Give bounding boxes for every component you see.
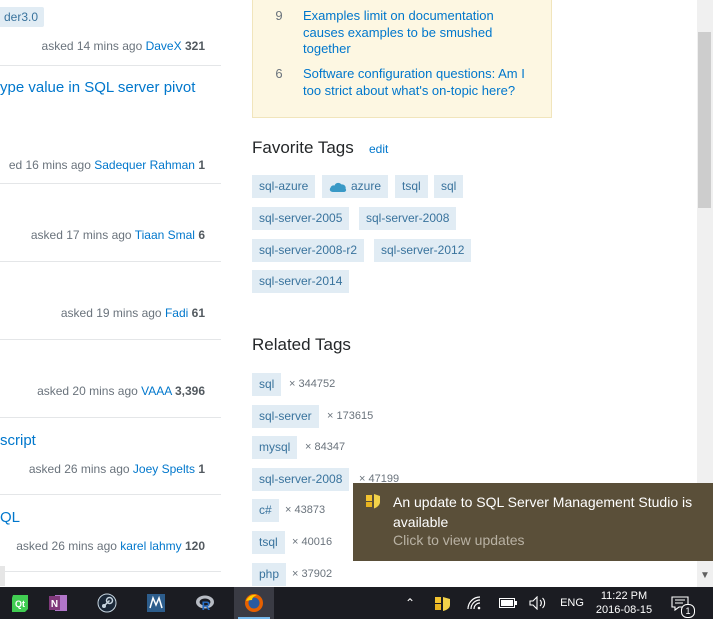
tag-count: × 43873 [285, 504, 326, 516]
user-reputation: 120 [184, 539, 205, 553]
taskbar-app-steam[interactable] [87, 587, 127, 619]
featured-meta-box: 9 Examples limit on documentation causes… [252, 0, 552, 118]
clock[interactable]: 11:22 PM 2016-08-15 [590, 589, 658, 617]
windows-taskbar: Qt N R ⌃ ENG 11:22 PM 2016-08-15 1 [0, 587, 713, 619]
user-link[interactable]: Sadequer Rahman [94, 158, 195, 172]
taskbar-app-r[interactable]: R [185, 587, 225, 619]
user-link[interactable]: Tiaan Smal [135, 228, 195, 242]
horizontal-scroll-nub[interactable] [0, 566, 5, 586]
firefox-icon [245, 594, 263, 612]
tag-sql-server-2008[interactable]: sql-server-2008 [359, 207, 457, 230]
taskbar-app-qt[interactable]: Qt [0, 587, 40, 619]
question-meta: asked 26 mins ago karel lahmy 120 [16, 539, 205, 553]
update-shield-icon [366, 494, 380, 509]
related-tag[interactable]: tsql [252, 531, 285, 554]
volume-icon[interactable] [529, 596, 547, 610]
favorite-tags-heading: Favorite Tags [252, 138, 354, 157]
notification-count-badge: 1 [681, 604, 695, 618]
user-link[interactable]: Fadi [165, 306, 188, 320]
wifi-icon[interactable] [467, 596, 483, 610]
user-reputation: 6 [198, 228, 205, 242]
taskbar-app-firefox[interactable] [234, 587, 274, 619]
question-meta: asked 14 mins ago DaveX 321 [41, 39, 205, 53]
scrollbar-thumb[interactable] [698, 32, 711, 208]
notification-title: An update to SQL Server Management Studi… [393, 494, 693, 530]
user-link[interactable]: karel lahmy [120, 539, 181, 553]
taskbar-app-onenote[interactable]: N [38, 587, 78, 619]
qt-app-icon: Qt [12, 595, 28, 612]
related-tag[interactable]: sql-server-2008 [252, 468, 350, 491]
question-list: der3.0 asked 14 mins ago DaveX 321 ype v… [0, 0, 221, 587]
scroll-down-arrow-icon[interactable]: ▼ [697, 568, 713, 584]
divider [0, 494, 221, 495]
tag-azure[interactable]: azure [322, 175, 389, 198]
update-shield-tray-icon[interactable] [435, 596, 451, 612]
svg-text:R: R [202, 599, 211, 613]
svg-text:N: N [51, 599, 58, 610]
user-reputation: 3,396 [174, 384, 205, 398]
related-tag[interactable]: php [252, 563, 287, 586]
meta-post-count: 9 [275, 8, 283, 23]
related-tag[interactable]: c# [252, 499, 279, 522]
show-hidden-icons-chevron-icon[interactable]: ⌃ [402, 587, 418, 619]
tag-count: × 37902 [292, 568, 333, 580]
user-reputation: 1 [198, 158, 205, 172]
tag-sql-server-2005[interactable]: sql-server-2005 [252, 207, 350, 230]
edit-favorite-tags-link[interactable]: edit [369, 142, 388, 156]
notification-subtitle[interactable]: Click to view updates [393, 532, 525, 548]
divider [0, 339, 221, 340]
related-tag[interactable]: sql [252, 373, 282, 396]
question-tag[interactable]: der3.0 [0, 7, 45, 27]
related-tags-heading: Related Tags [252, 335, 351, 354]
divider [0, 183, 221, 184]
meta-post-link[interactable]: Examples limit on documentation causes e… [303, 8, 538, 58]
tag-sql[interactable]: sql [434, 175, 464, 198]
azure-cloud-icon [329, 182, 347, 192]
tag-sql-server-2014[interactable]: sql-server-2014 [252, 270, 350, 293]
onenote-icon: N [49, 595, 67, 611]
meta-post-link[interactable]: Software configuration questions: Am I t… [303, 66, 538, 99]
r-icon: R [196, 595, 214, 613]
update-notification[interactable]: An update to SQL Server Management Studi… [353, 483, 713, 561]
tag-tsql[interactable]: tsql [395, 175, 428, 198]
tag-count: × 84347 [305, 441, 346, 453]
tag-count: × 173615 [327, 410, 374, 422]
question-title[interactable]: script [0, 432, 36, 449]
language-indicator[interactable]: ENG [559, 587, 585, 619]
tag-count: × 344752 [289, 378, 336, 390]
svg-text:Qt: Qt [15, 599, 25, 609]
clock-date: 2016-08-15 [595, 604, 653, 616]
tag-sql-server-2008-r2[interactable]: sql-server-2008-r2 [252, 239, 365, 262]
steam-icon [97, 593, 117, 613]
divider [0, 417, 221, 418]
question-title[interactable]: QL [0, 509, 20, 526]
tag-count: × 40016 [292, 536, 333, 548]
question-meta: asked 20 mins ago VAAA 3,396 [37, 384, 205, 398]
battery-icon[interactable] [499, 598, 517, 608]
user-link[interactable]: Joey Spelts [133, 462, 195, 476]
divider [0, 261, 221, 262]
user-link[interactable]: VAAA [141, 384, 171, 398]
related-tag[interactable]: sql-server [252, 405, 319, 428]
tag-sql-server-2012[interactable]: sql-server-2012 [374, 239, 472, 262]
user-reputation: 321 [184, 39, 205, 53]
question-meta: asked 19 mins ago Fadi 61 [60, 306, 205, 320]
related-tag[interactable]: mysql [252, 436, 298, 459]
user-reputation: 61 [191, 306, 205, 320]
divider [0, 571, 221, 572]
taskbar-app-mysql-workbench[interactable] [136, 587, 176, 619]
user-reputation: 1 [198, 462, 205, 476]
clock-time: 11:22 PM [600, 590, 648, 602]
meta-post-count: 6 [275, 66, 283, 81]
user-link[interactable]: DaveX [146, 39, 182, 53]
question-title[interactable]: ype value in SQL server pivot [0, 79, 195, 96]
question-meta: asked 26 mins ago Joey Spelts 1 [28, 462, 205, 476]
question-meta: asked 17 mins ago Tiaan Smal 6 [30, 228, 205, 242]
mysql-workbench-icon [147, 594, 165, 612]
tag-sql-azure[interactable]: sql-azure [252, 175, 316, 198]
divider [0, 65, 221, 66]
question-meta: ed 16 mins ago Sadequer Rahman 1 [8, 158, 205, 172]
tag-label: azure [351, 179, 382, 193]
